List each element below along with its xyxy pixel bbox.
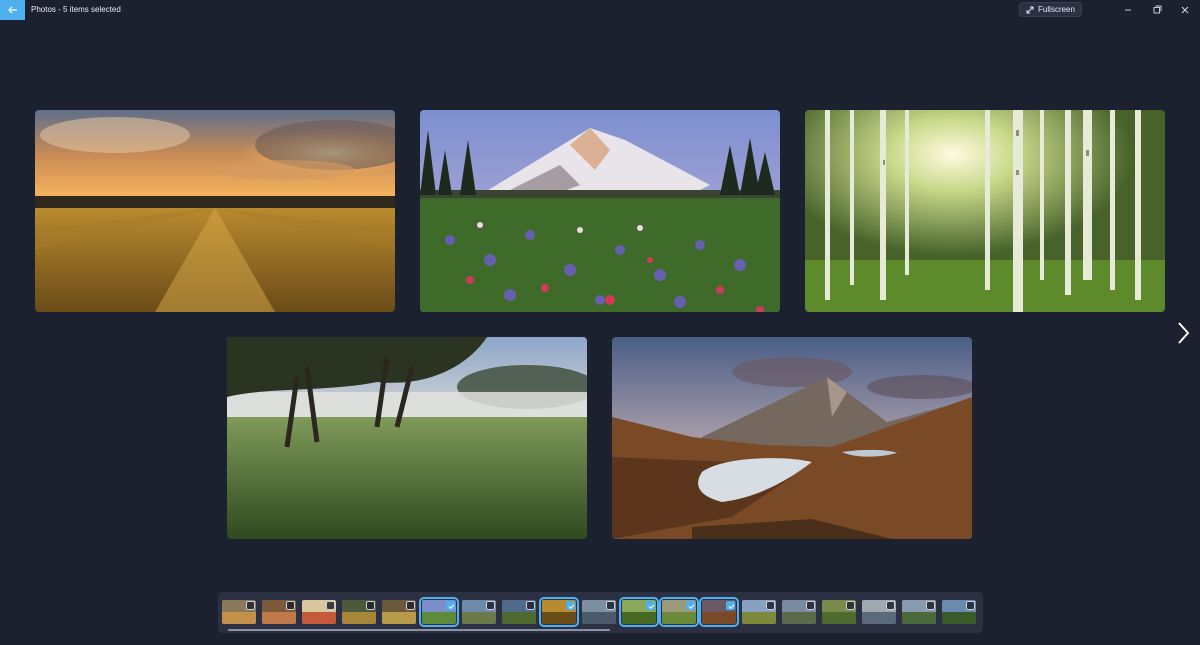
filmstrip-thumbnail[interactable] <box>619 597 659 627</box>
thumbnail-checkbox[interactable] <box>806 601 815 610</box>
filmstrip-thumbnail[interactable] <box>342 600 376 624</box>
thumbnail-checkbox[interactable] <box>446 601 455 610</box>
filmstrip-thumbnail[interactable] <box>419 597 459 627</box>
thumbnail-checkbox[interactable] <box>726 601 735 610</box>
filmstrip-thumbnail[interactable] <box>942 600 976 624</box>
thumbnail-checkbox[interactable] <box>686 601 695 610</box>
window-title: Photos - 5 items selected <box>31 5 121 14</box>
photo-misty-meadow-trees[interactable] <box>227 337 587 539</box>
thumbnail-checkbox[interactable] <box>246 601 255 610</box>
arrow-left-icon <box>7 6 17 14</box>
expand-diagonal-icon <box>1026 6 1034 13</box>
photo-mountain-lake-valley[interactable] <box>612 337 972 539</box>
filmstrip-thumbnail[interactable] <box>582 600 616 624</box>
restore-icon <box>1153 5 1161 14</box>
fullscreen-label: Fullscreen <box>1038 5 1075 14</box>
thumbnail-checkbox[interactable] <box>566 601 575 610</box>
filmstrip-thumbnail[interactable] <box>862 600 896 624</box>
filmstrip-thumbnail[interactable] <box>539 597 579 627</box>
thumbnail-checkbox[interactable] <box>846 601 855 610</box>
thumbnail-checkbox[interactable] <box>286 601 295 610</box>
thumbnail-checkbox[interactable] <box>326 601 335 610</box>
thumbnail-checkbox[interactable] <box>966 601 975 610</box>
thumbnail-checkbox[interactable] <box>526 601 535 610</box>
thumbnail-checkbox[interactable] <box>646 601 655 610</box>
filmstrip-thumbnail[interactable] <box>782 600 816 624</box>
filmstrip-thumbnail[interactable] <box>222 600 256 624</box>
filmstrip-scrollbar[interactable] <box>228 629 610 631</box>
filmstrip-thumbnail[interactable] <box>699 597 739 627</box>
filmstrip-thumbnail[interactable] <box>382 600 416 624</box>
photo-sunlit-birch-forest[interactable] <box>805 110 1165 312</box>
checkmark-icon <box>728 604 735 609</box>
thumbnail-checkbox[interactable] <box>766 601 775 610</box>
restore-button[interactable] <box>1146 2 1168 17</box>
filmstrip-thumbnail[interactable] <box>822 600 856 624</box>
photo-mountain-wildflower-meadow[interactable] <box>420 110 780 312</box>
checkmark-icon <box>568 604 575 609</box>
filmstrip-thumbnail[interactable] <box>742 600 776 624</box>
thumbnail-checkbox[interactable] <box>926 601 935 610</box>
thumbnail-checkbox[interactable] <box>606 601 615 610</box>
filmstrip-thumbnail[interactable] <box>262 600 296 624</box>
minimize-button[interactable] <box>1117 2 1139 17</box>
filmstrip-thumbnail[interactable] <box>902 600 936 624</box>
checkmark-icon <box>648 604 655 609</box>
filmstrip-thumbnail[interactable] <box>462 600 496 624</box>
checkmark-icon <box>448 604 455 609</box>
thumbnail-checkbox[interactable] <box>366 601 375 610</box>
next-button[interactable] <box>1172 318 1194 348</box>
thumbnail-checkbox[interactable] <box>886 601 895 610</box>
chevron-right-icon <box>1178 322 1190 344</box>
back-button[interactable] <box>0 0 25 20</box>
thumbnail-checkbox[interactable] <box>486 601 495 610</box>
checkmark-icon <box>688 604 695 609</box>
thumbnail-checkbox[interactable] <box>406 601 415 610</box>
filmstrip-thumbnail[interactable] <box>302 600 336 624</box>
fullscreen-button[interactable]: Fullscreen <box>1019 2 1082 17</box>
title-bar: Photos - 5 items selected Fullscreen <box>0 0 1200 22</box>
filmstrip <box>218 592 983 633</box>
minimize-icon <box>1125 9 1131 10</box>
filmstrip-thumbnail[interactable] <box>502 600 536 624</box>
filmstrip-thumbnail[interactable] <box>659 597 699 627</box>
close-icon <box>1181 6 1189 13</box>
close-button[interactable] <box>1174 2 1196 17</box>
photo-wheat-field-sunset[interactable] <box>35 110 395 312</box>
